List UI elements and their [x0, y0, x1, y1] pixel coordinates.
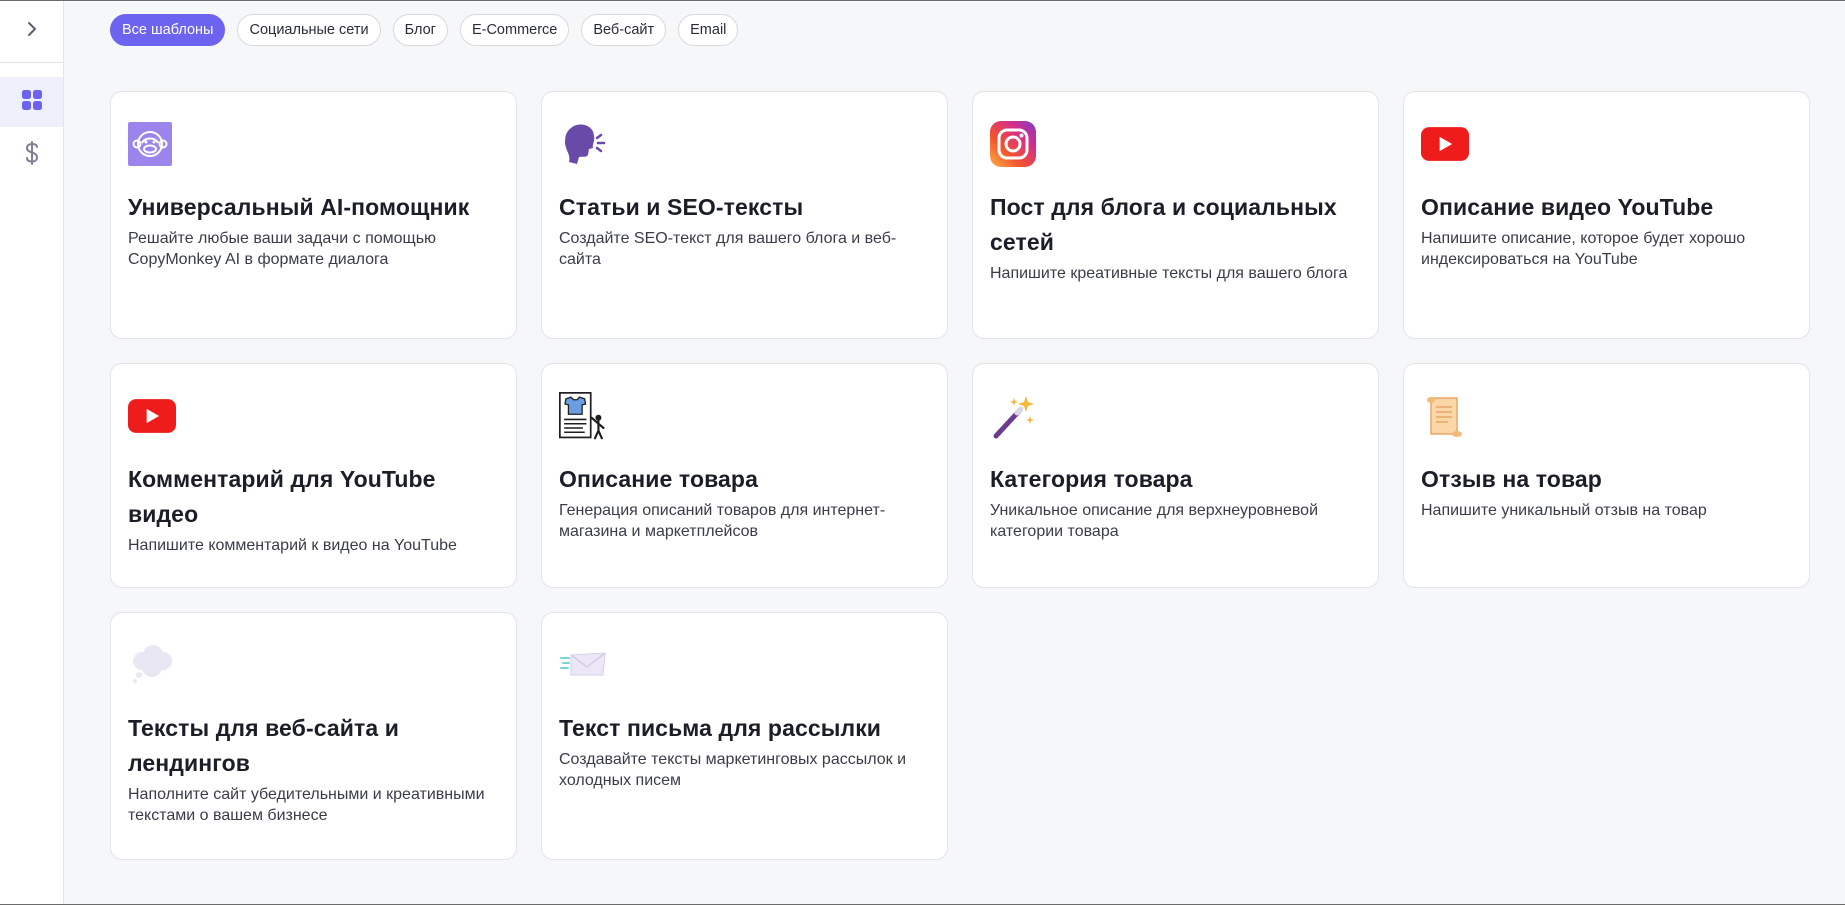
card-description: Создавайте тексты маркетинговых рассылок… — [559, 751, 907, 789]
chevron-right-icon — [26, 21, 38, 42]
card-title: Описание видео YouTube — [1421, 194, 1714, 220]
filter-all-templates[interactable]: Все шаблоны — [110, 14, 226, 46]
card-title: Отзыв на товар — [1421, 466, 1602, 492]
card-description: Напишите уникальный отзыв на товар — [1421, 502, 1707, 519]
card-title: Текст письма для рассылки — [559, 715, 882, 741]
card-title: Комментарий для YouTube видео — [128, 466, 436, 527]
speaking-head-icon — [559, 120, 607, 168]
card-description: Наполните сайт убедительными и креативны… — [128, 786, 485, 824]
card-title: Тексты для веб-сайта и лендингов — [128, 715, 399, 776]
card-title: Универсальный AI-помощник — [128, 194, 470, 220]
dollar-icon — [24, 140, 40, 170]
envelope-icon — [559, 641, 607, 689]
filter-email[interactable]: Email — [678, 14, 739, 46]
thought-bubble-icon — [128, 641, 176, 689]
card-description: Создайте SEO-текст для вашего блога и ве… — [559, 230, 897, 268]
card-title: Пост для блога и социальных сетей — [990, 194, 1337, 255]
card-description: Напишите описание, которое будет хорошо … — [1421, 230, 1746, 268]
filter-blog[interactable]: Блог — [392, 14, 448, 46]
template-card-blog-social-post[interactable]: Пост для блога и социальных сетей Напиши… — [972, 91, 1379, 339]
youtube-icon — [128, 392, 176, 440]
card-title: Описание товара — [559, 466, 758, 492]
template-filter-bar: Все шаблоны Социальные сети Блог E-Comme… — [110, 14, 739, 46]
window-top-border — [0, 0, 1845, 1]
card-description: Решайте любые ваши задачи с помощью Copy… — [128, 230, 437, 268]
template-card-youtube-comment[interactable]: Комментарий для YouTube видео Напишите к… — [110, 363, 517, 588]
template-card-youtube-description[interactable]: Описание видео YouTube Напишите описание… — [1403, 91, 1810, 339]
card-description: Напишите креативные тексты для вашего бл… — [990, 265, 1348, 282]
magic-wand-icon — [990, 392, 1038, 440]
card-title: Статьи и SEO-тексты — [559, 194, 804, 220]
sidebar-toggle-button[interactable] — [0, 1, 63, 63]
monkey-icon — [128, 120, 176, 168]
card-description: Напишите комментарий к видео на YouTube — [128, 537, 457, 554]
youtube-icon — [1421, 120, 1469, 168]
sidebar — [0, 1, 64, 904]
template-card-website-landing[interactable]: Тексты для веб-сайта и лендингов Наполни… — [110, 612, 517, 860]
sidebar-item-billing[interactable] — [0, 130, 63, 180]
template-card-product-review[interactable]: Отзыв на товар Напишите уникальный отзыв… — [1403, 363, 1810, 588]
card-title: Категория товара — [990, 466, 1193, 492]
instagram-icon — [990, 120, 1038, 168]
template-card-product-description[interactable]: Описание товара Генерация описаний товар… — [541, 363, 948, 588]
template-card-email-newsletter[interactable]: Текст письма для рассылки Создавайте тек… — [541, 612, 948, 860]
filter-social-networks[interactable]: Социальные сети — [237, 14, 381, 46]
template-card-seo-articles[interactable]: Статьи и SEO-тексты Создайте SEO-текст д… — [541, 91, 948, 339]
template-card-product-category[interactable]: Категория товара Уникальное описание для… — [972, 363, 1379, 588]
card-description: Уникальное описание для верхнеуровневой … — [990, 502, 1319, 540]
scroll-icon — [1421, 392, 1469, 440]
product-presentation-icon — [559, 392, 607, 440]
filter-website[interactable]: Веб-сайт — [581, 14, 667, 46]
grid-icon — [21, 89, 43, 116]
template-card-ai-assistant[interactable]: Универсальный AI-помощник Решайте любые … — [110, 91, 517, 339]
filter-ecommerce[interactable]: E-Commerce — [459, 14, 570, 46]
template-grid: Универсальный AI-помощник Решайте любые … — [110, 91, 1810, 860]
card-description: Генерация описаний товаров для интернет-… — [559, 502, 886, 540]
sidebar-item-templates[interactable] — [0, 77, 63, 127]
